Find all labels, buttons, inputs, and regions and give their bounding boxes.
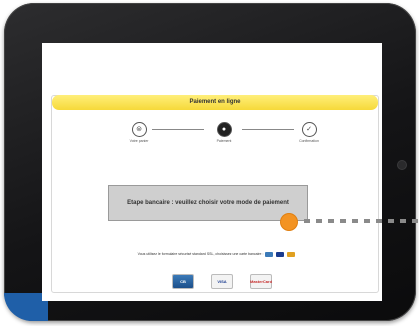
security-info-text: Vous utilisez le formulaire sécurisé sta…	[137, 252, 264, 256]
visa-card-button[interactable]: VISA	[211, 274, 233, 289]
camera-icon	[398, 161, 406, 169]
card-label: VISA	[217, 279, 227, 284]
card-label: CB	[180, 279, 186, 284]
checkout-steps: ⊜ Votre panier ● Paiement ✓ Confirmation	[124, 122, 324, 154]
mastercard-mini-icon	[287, 251, 296, 257]
tablet-screen: Paiement en ligne ⊜ Votre panier ● Paiem…	[42, 43, 382, 301]
step-cart: ⊜ Votre panier	[124, 122, 154, 143]
payment-panel: Paiement en ligne ⊜ Votre panier ● Paiem…	[51, 95, 379, 293]
step-payment: ● Paiement	[209, 122, 239, 143]
page-title: Paiement en ligne	[52, 95, 378, 110]
step-label: Paiement	[216, 139, 232, 143]
card-label: MasterCard	[250, 279, 273, 284]
pointer-line	[304, 219, 419, 223]
visa-mini-icon	[276, 251, 285, 257]
pointer-dot	[281, 214, 297, 230]
cb-mini-icon	[265, 251, 274, 257]
step-label: Votre panier	[129, 139, 149, 143]
security-info: Vous utilisez le formulaire sécurisé sta…	[92, 251, 342, 257]
step-label: Confirmation	[299, 139, 319, 143]
mastercard-card-button[interactable]: MasterCard	[250, 274, 272, 289]
check-icon: ✓	[301, 122, 317, 137]
step-confirmation: ✓ Confirmation	[294, 122, 324, 143]
payment-icon: ●	[216, 122, 232, 137]
card-mini-icons	[264, 251, 296, 257]
step-connector	[152, 129, 204, 130]
step-connector	[242, 129, 294, 130]
tablet-device: Paiement en ligne ⊜ Votre panier ● Paiem…	[4, 3, 416, 321]
cb-card-button[interactable]: CB	[172, 274, 194, 289]
status-message: Etape bancaire : veuillez choisir votre …	[108, 185, 308, 221]
cart-icon: ⊜	[131, 122, 147, 137]
